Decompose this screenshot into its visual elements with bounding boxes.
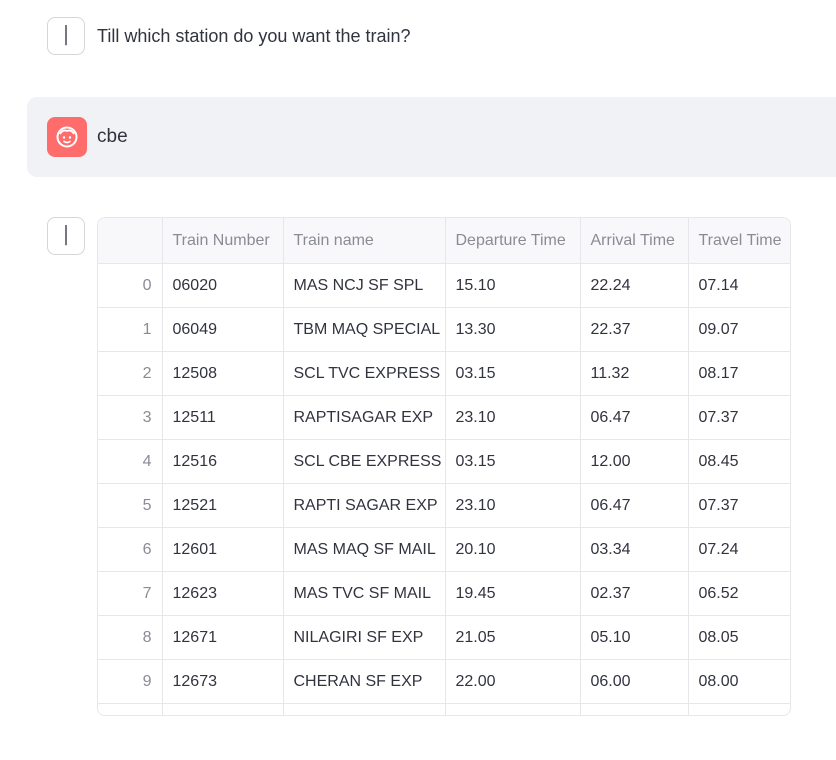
- column-header-train-number[interactable]: Train Number: [162, 218, 284, 264]
- cell-departure-time[interactable]: 15.10: [445, 263, 581, 308]
- cell-travel-time: [688, 704, 790, 716]
- table-row: 7 12623 MAS TVC SF MAIL 19.45 02.37 06.5…: [98, 571, 790, 616]
- table-body: 0 06020 MAS NCJ SF SPL 15.10 22.24 07.14…: [98, 263, 790, 716]
- cell-arrival-time[interactable]: 12.00: [580, 439, 689, 484]
- user-message-text: cbe: [97, 126, 128, 147]
- assistant-message: │ Till which station do you want the tra…: [47, 17, 836, 57]
- row-index: 7: [98, 571, 163, 616]
- cell-train-name[interactable]: SCL TVC EXPRESS: [283, 351, 446, 396]
- cell-arrival-time[interactable]: 06.00: [580, 659, 689, 704]
- cell-arrival-time[interactable]: 05.10: [580, 615, 689, 660]
- cell-arrival-time[interactable]: 02.37: [580, 571, 689, 616]
- chat-page: │ Till which station do you want the tra…: [0, 0, 836, 760]
- cell-travel-time[interactable]: 08.17: [688, 351, 790, 396]
- cell-arrival-time[interactable]: 22.37: [580, 307, 689, 352]
- cell-departure-time[interactable]: 03.15: [445, 351, 581, 396]
- row-index: [98, 703, 163, 715]
- cell-travel-time[interactable]: 08.45: [688, 439, 790, 484]
- table-header-row: Train Number Train name Departure Time A…: [98, 218, 790, 264]
- cell-arrival-time[interactable]: 06.47: [580, 395, 689, 440]
- cell-arrival-time: [580, 703, 689, 715]
- row-index: 8: [98, 615, 163, 660]
- cell-train-name[interactable]: TBM MAQ SPECIAL: [283, 307, 446, 352]
- cell-train-name[interactable]: RAPTI SAGAR EXP: [283, 483, 446, 528]
- cell-travel-time[interactable]: 07.24: [688, 527, 790, 572]
- cell-train-name[interactable]: MAS MAQ SF MAIL: [283, 527, 446, 572]
- row-index: 5: [98, 483, 163, 528]
- robot-icon: │: [60, 225, 72, 246]
- cell-travel-time[interactable]: 07.37: [688, 395, 790, 440]
- cell-travel-time[interactable]: 06.52: [688, 571, 790, 616]
- row-index: 0: [98, 263, 163, 308]
- cell-travel-time[interactable]: 07.37: [688, 483, 790, 528]
- cell-train-name[interactable]: RAPTISAGAR EXP: [283, 395, 446, 440]
- table-row: 5 12521 RAPTI SAGAR EXP 23.10 06.47 07.3…: [98, 483, 790, 528]
- table-row: 8 12671 NILAGIRI SF EXP 21.05 05.10 08.0…: [98, 615, 790, 660]
- assistant-message-text: Till which station do you want the train…: [97, 26, 411, 46]
- cell-train-name: [283, 703, 446, 715]
- cell-departure-time[interactable]: 20.10: [445, 527, 581, 572]
- column-header-index[interactable]: [98, 218, 163, 264]
- cell-train-name[interactable]: NILAGIRI SF EXP: [283, 615, 446, 660]
- cell-departure-time[interactable]: 19.45: [445, 571, 581, 616]
- cell-arrival-time[interactable]: 06.47: [580, 483, 689, 528]
- cell-train-number[interactable]: 06049: [162, 307, 284, 352]
- cell-train-number[interactable]: 12516: [162, 439, 284, 484]
- table-row-partial: [98, 703, 790, 716]
- cell-departure-time[interactable]: 22.00: [445, 659, 581, 704]
- table-row: 4 12516 SCL CBE EXPRESS 03.15 12.00 08.4…: [98, 439, 790, 484]
- cell-train-number[interactable]: 12673: [162, 659, 284, 704]
- cell-train-name[interactable]: SCL CBE EXPRESS: [283, 439, 446, 484]
- row-index: 2: [98, 351, 163, 396]
- smiley-face-icon: [56, 126, 78, 148]
- assistant-table-message: │ Train Number Train name Departure Time…: [47, 217, 836, 727]
- row-index: 9: [98, 659, 163, 704]
- cell-train-number[interactable]: 12623: [162, 571, 284, 616]
- robot-icon: │: [60, 25, 72, 46]
- cell-train-number[interactable]: 06020: [162, 263, 284, 308]
- cell-train-number[interactable]: 12521: [162, 483, 284, 528]
- cell-departure-time[interactable]: 21.05: [445, 615, 581, 660]
- cell-departure-time: [445, 703, 581, 715]
- row-index: 3: [98, 395, 163, 440]
- cell-departure-time[interactable]: 23.10: [445, 483, 581, 528]
- table-row: 9 12673 CHERAN SF EXP 22.00 06.00 08.00: [98, 659, 790, 704]
- trains-table: Train Number Train name Departure Time A…: [98, 218, 790, 716]
- cell-travel-time[interactable]: 07.14: [688, 263, 790, 308]
- column-header-arrival-time[interactable]: Arrival Time: [580, 218, 689, 264]
- column-header-train-name[interactable]: Train name: [283, 218, 446, 264]
- cell-arrival-time[interactable]: 11.32: [580, 351, 689, 396]
- cell-train-name[interactable]: MAS NCJ SF SPL: [283, 263, 446, 308]
- cell-departure-time[interactable]: 23.10: [445, 395, 581, 440]
- cell-departure-time[interactable]: 13.30: [445, 307, 581, 352]
- cell-arrival-time[interactable]: 03.34: [580, 527, 689, 572]
- assistant-avatar: │: [47, 17, 85, 55]
- cell-travel-time[interactable]: 08.05: [688, 615, 790, 660]
- cell-train-name[interactable]: CHERAN SF EXP: [283, 659, 446, 704]
- cell-train-number[interactable]: 12508: [162, 351, 284, 396]
- cell-train-number[interactable]: 12601: [162, 527, 284, 572]
- cell-train-number[interactable]: 12671: [162, 615, 284, 660]
- table-row: 6 12601 MAS MAQ SF MAIL 20.10 03.34 07.2…: [98, 527, 790, 572]
- cell-departure-time[interactable]: 03.15: [445, 439, 581, 484]
- cell-travel-time[interactable]: 08.00: [688, 659, 790, 704]
- cell-travel-time[interactable]: 09.07: [688, 307, 790, 352]
- cell-train-number[interactable]: 12511: [162, 395, 284, 440]
- table-row: 0 06020 MAS NCJ SF SPL 15.10 22.24 07.14: [98, 263, 790, 308]
- column-header-travel-time[interactable]: Travel Time: [688, 218, 790, 264]
- user-message: cbe: [27, 97, 836, 177]
- row-index: 6: [98, 527, 163, 572]
- row-index: 1: [98, 307, 163, 352]
- trains-dataframe[interactable]: Train Number Train name Departure Time A…: [97, 217, 791, 716]
- table-row: 1 06049 TBM MAQ SPECIAL 13.30 22.37 09.0…: [98, 307, 790, 352]
- cell-train-number: [162, 703, 284, 715]
- cell-arrival-time[interactable]: 22.24: [580, 263, 689, 308]
- column-header-departure-time[interactable]: Departure Time: [445, 218, 581, 264]
- table-row: 2 12508 SCL TVC EXPRESS 03.15 11.32 08.1…: [98, 351, 790, 396]
- assistant-avatar: │: [47, 217, 85, 255]
- user-avatar: [47, 117, 87, 157]
- table-row: 3 12511 RAPTISAGAR EXP 23.10 06.47 07.37: [98, 395, 790, 440]
- row-index: 4: [98, 439, 163, 484]
- cell-train-name[interactable]: MAS TVC SF MAIL: [283, 571, 446, 616]
